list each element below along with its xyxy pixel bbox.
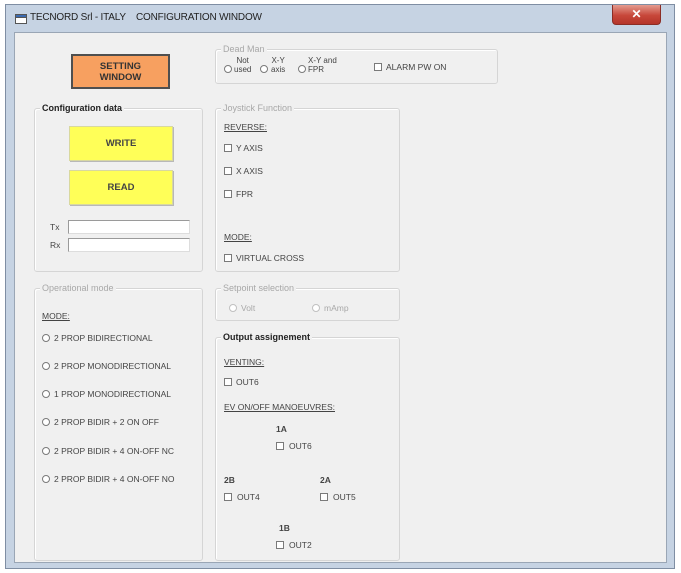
setpoint-mamp-radio[interactable] <box>312 304 320 312</box>
tx-label: Tx <box>50 222 60 232</box>
dead-man-group: Dead Man Not used X-Y axis X-Y and FPR ALAR… <box>215 44 498 84</box>
setpoint-selection-title: Setpoint selection <box>221 283 297 293</box>
reverse-y-axis-label: Y AXIS <box>236 143 263 153</box>
setpoint-volt-label: Volt <box>241 303 256 313</box>
out-2a-label: OUT5 <box>333 492 356 502</box>
out-2b-label: OUT4 <box>237 492 260 502</box>
mode-1-prop-monodirectional-radio[interactable] <box>42 390 50 398</box>
dead-man-xy-axis-radio[interactable] <box>260 65 268 73</box>
mode-2-prop-monodirectional-radio[interactable] <box>42 362 50 370</box>
output-assignment-title: Output assignement <box>221 332 313 342</box>
virtual-cross-label: VIRTUAL CROSS <box>236 253 305 263</box>
window-title: TECNORD Srl - ITALY CONFIGURATION WINDOW <box>30 12 262 23</box>
joystick-mode-label: MODE: <box>224 232 252 242</box>
rx-label: Rx <box>50 240 61 250</box>
mode-2-prop-bidir-4-onoff-nc-radio[interactable] <box>42 447 50 455</box>
setpoint-volt-radio[interactable] <box>229 304 237 312</box>
mode-2-prop-bidir-2-onoff-radio[interactable] <box>42 418 50 426</box>
operational-mode-label: MODE: <box>42 311 70 321</box>
close-button[interactable]: ✕ <box>612 5 661 25</box>
mode-2-prop-bidir-4-onoff-no-label: 2 PROP BIDIR + 4 ON-OFF NO <box>54 474 175 484</box>
reverse-x-axis-checkbox[interactable] <box>224 167 232 175</box>
configuration-window: TECNORD Srl - ITALY CONFIGURATION WINDOW… <box>5 4 675 569</box>
reverse-y-axis-checkbox[interactable] <box>224 144 232 152</box>
out-1b-label: OUT2 <box>289 540 312 550</box>
out-1a-label: OUT6 <box>289 441 312 451</box>
operational-mode-group: Operational mode MODE: 2 PROP BIDIRECTIO… <box>34 283 203 561</box>
dead-man-not-used-label: Not used <box>234 56 252 74</box>
joystick-function-title: Joystick Function <box>221 103 295 113</box>
venting-out6-label: OUT6 <box>236 377 259 387</box>
reverse-x-axis-label: X AXIS <box>236 166 263 176</box>
label-2b: 2B <box>224 475 235 485</box>
output-assignment-group: Output assignement VENTING: OUT6 EV ON/O… <box>215 332 400 561</box>
mode-2-prop-monodirectional-label: 2 PROP MONODIRECTIONAL <box>54 361 171 371</box>
app-icon <box>15 14 27 24</box>
reverse-fpr-label: FPR <box>236 189 253 199</box>
dead-man-xy-axis-label: X-Y axis <box>271 56 286 74</box>
reverse-fpr-checkbox[interactable] <box>224 190 232 198</box>
venting-label: VENTING: <box>224 357 265 367</box>
dead-man-xy-fpr-label: X-Y and FPR <box>308 56 337 74</box>
configuration-data-title: Configuration data <box>40 103 124 113</box>
read-button[interactable]: READ <box>69 170 173 205</box>
joystick-function-group: Joystick Function REVERSE: Y AXIS X AXIS… <box>215 103 400 272</box>
setpoint-mamp-label: mAmp <box>324 303 349 313</box>
mode-2-prop-bidir-4-onoff-no-radio[interactable] <box>42 475 50 483</box>
rx-field[interactable] <box>68 238 190 252</box>
dead-man-not-used-radio[interactable] <box>224 65 232 73</box>
label-2a: 2A <box>320 475 331 485</box>
ev-onoff-label: EV ON/OFF MANOEUVRES: <box>224 402 335 412</box>
tx-field[interactable] <box>68 220 190 234</box>
out-2b-checkbox[interactable] <box>224 493 232 501</box>
out-1a-checkbox[interactable] <box>276 442 284 450</box>
dead-man-xy-fpr-radio[interactable] <box>298 65 306 73</box>
configuration-data-group: Configuration data WRITE READ Tx Rx <box>34 103 203 272</box>
alarm-pw-on-checkbox[interactable] <box>374 63 382 71</box>
client-area: SETTING WINDOW Dead Man Not used X-Y axis … <box>14 32 667 563</box>
setting-window-label-1: SETTING <box>99 61 142 72</box>
label-1b: 1B <box>279 523 290 533</box>
mode-2-prop-bidirectional-label: 2 PROP BIDIRECTIONAL <box>54 333 153 343</box>
out-2a-checkbox[interactable] <box>320 493 328 501</box>
mode-1-prop-monodirectional-label: 1 PROP MONODIRECTIONAL <box>54 389 171 399</box>
label-1a: 1A <box>276 424 287 434</box>
alarm-pw-on-label: ALARM PW ON <box>386 62 447 72</box>
title-bar[interactable]: TECNORD Srl - ITALY CONFIGURATION WINDOW… <box>6 5 674 32</box>
write-button[interactable]: WRITE <box>69 126 173 161</box>
mode-2-prop-bidir-2-onoff-label: 2 PROP BIDIR + 2 ON OFF <box>54 417 159 427</box>
out-1b-checkbox[interactable] <box>276 541 284 549</box>
setting-window-label-2: WINDOW <box>99 72 142 83</box>
mode-2-prop-bidir-4-onoff-nc-label: 2 PROP BIDIR + 4 ON-OFF NC <box>54 446 175 456</box>
dead-man-title: Dead Man <box>221 44 267 54</box>
operational-mode-title: Operational mode <box>40 283 116 293</box>
setpoint-selection-group: Setpoint selection Volt mAmp <box>215 283 400 321</box>
mode-2-prop-bidirectional-radio[interactable] <box>42 334 50 342</box>
venting-out6-checkbox[interactable] <box>224 378 232 386</box>
setting-window-button[interactable]: SETTING WINDOW <box>71 54 170 89</box>
virtual-cross-checkbox[interactable] <box>224 254 232 262</box>
reverse-label: REVERSE: <box>224 122 267 132</box>
